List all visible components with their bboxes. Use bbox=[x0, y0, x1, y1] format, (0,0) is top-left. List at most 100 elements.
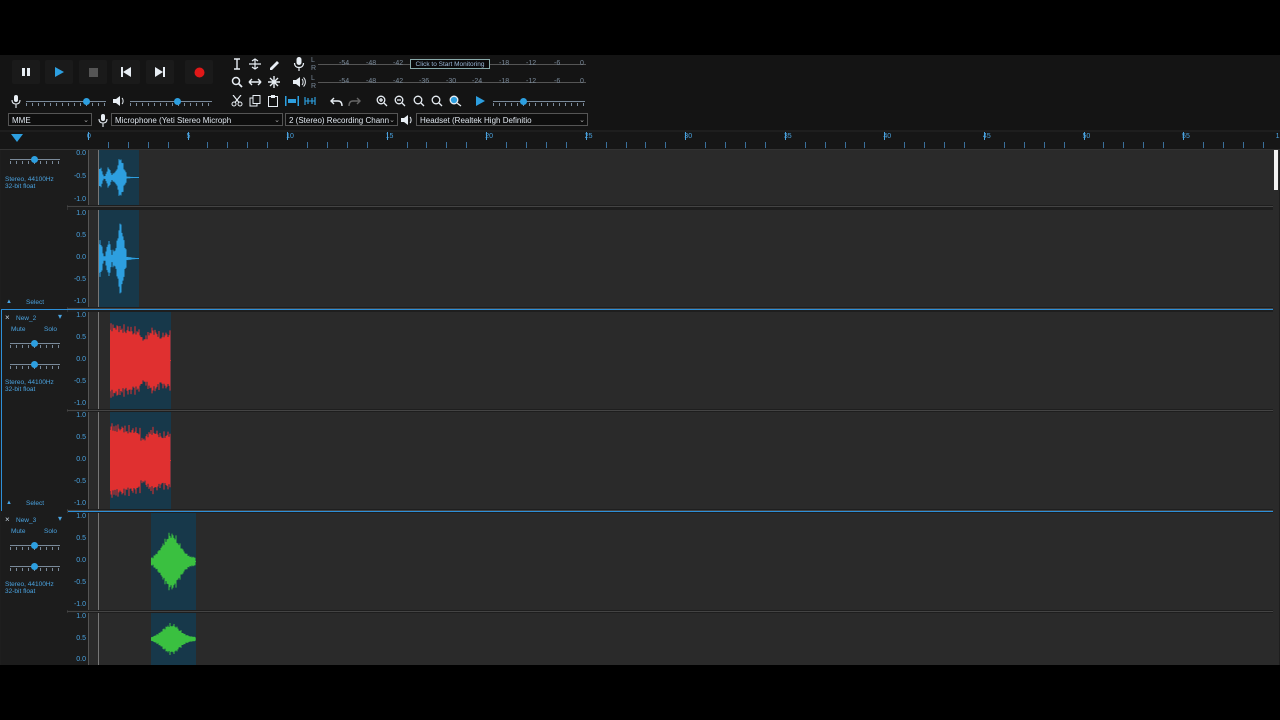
record-meter-label: -54 bbox=[339, 60, 350, 67]
start-monitoring-button[interactable]: Click to Start Monitoring bbox=[410, 59, 490, 69]
audio-clip[interactable] bbox=[98, 210, 139, 307]
track-slider[interactable] bbox=[10, 541, 60, 551]
amplitude-label: -0.5 bbox=[73, 579, 86, 586]
ruler-minor-tick bbox=[745, 142, 747, 148]
magnifier-icon bbox=[231, 76, 243, 88]
ruler-tick-label: 55 bbox=[1182, 133, 1190, 140]
amplitude-label: -0.5 bbox=[73, 276, 86, 283]
audio-clip[interactable] bbox=[98, 150, 139, 205]
scrollbar-thumb[interactable] bbox=[1274, 150, 1278, 190]
toolbar: L R -54 -48 -42 Click to Start Monitorin… bbox=[0, 55, 1280, 130]
fit-selection-button[interactable] bbox=[411, 93, 427, 109]
audio-clip[interactable] bbox=[151, 513, 196, 610]
fit-selection-icon bbox=[413, 95, 425, 107]
redo-icon bbox=[347, 97, 361, 106]
audio-host-select[interactable]: MME ⌄ bbox=[8, 113, 92, 126]
paste-button[interactable] bbox=[265, 93, 281, 109]
audio-channel-lane[interactable] bbox=[89, 513, 1273, 610]
vertical-scrollbar[interactable] bbox=[1273, 150, 1279, 665]
zoom-out-button[interactable] bbox=[392, 93, 408, 109]
track-info: Stereo, 44100Hz 32-bit float bbox=[5, 581, 54, 595]
stop-button[interactable] bbox=[79, 60, 107, 84]
ruler-minor-tick bbox=[227, 142, 229, 148]
collapse-icon[interactable]: ▲ bbox=[6, 299, 12, 306]
track-slider[interactable] bbox=[10, 562, 60, 572]
mute-button[interactable]: Mute bbox=[11, 528, 25, 535]
chevron-down-icon: ⌄ bbox=[83, 117, 89, 124]
play-meter-label: -18 bbox=[499, 78, 510, 85]
audio-clip[interactable] bbox=[151, 613, 196, 665]
record-meter-button[interactable] bbox=[291, 56, 307, 72]
silence-audio-button[interactable] bbox=[302, 93, 318, 109]
play-button[interactable] bbox=[45, 60, 73, 84]
amplitude-label: 1.0 bbox=[76, 210, 86, 217]
zoom-out-icon bbox=[394, 95, 406, 107]
skip-to-start-button[interactable] bbox=[112, 60, 140, 84]
audio-channel-lane[interactable] bbox=[89, 150, 1273, 205]
skip-to-end-button[interactable] bbox=[146, 60, 174, 84]
ruler-tick-label: 30 bbox=[684, 133, 693, 140]
recording-channels-select[interactable]: 2 (Stereo) Recording Chann ⌄ bbox=[285, 113, 398, 126]
channel-separator bbox=[67, 206, 1273, 207]
audio-channel-lane[interactable] bbox=[89, 613, 1273, 665]
play-meter-label: 0 bbox=[580, 78, 584, 85]
ruler-minor-tick bbox=[1242, 142, 1244, 148]
timeline-options-icon[interactable] bbox=[11, 134, 23, 143]
zoom-in-button[interactable] bbox=[374, 93, 390, 109]
ruler-minor-tick bbox=[267, 142, 269, 148]
track-header: × New_3 ▾ bbox=[4, 515, 66, 525]
ruler-minor-tick bbox=[625, 142, 627, 148]
chevron-down-icon[interactable]: ▾ bbox=[58, 515, 62, 523]
multi-tool[interactable] bbox=[266, 74, 282, 90]
time-shift-tool[interactable] bbox=[247, 74, 263, 90]
ruler-minor-tick bbox=[147, 142, 149, 148]
copy-button[interactable] bbox=[247, 93, 263, 109]
recording-volume-slider[interactable] bbox=[26, 97, 106, 107]
playback-device-select[interactable]: Headset (Realtek High Definitio ⌄ bbox=[416, 113, 588, 126]
zoom-toggle-icon bbox=[449, 95, 461, 107]
selection-tool[interactable] bbox=[229, 56, 245, 72]
fit-project-button[interactable] bbox=[429, 93, 445, 109]
timeline-ruler[interactable]: 0 5 10 15 20 25 30 35 40 45 50 55 1:00 bbox=[0, 132, 1280, 150]
ruler-minor-tick bbox=[844, 142, 846, 148]
zoom-in-icon bbox=[376, 95, 388, 107]
solo-button[interactable]: Solo bbox=[44, 528, 57, 535]
ruler-minor-tick bbox=[426, 142, 428, 148]
playback-speed-slider[interactable] bbox=[493, 97, 585, 107]
ruler-minor-tick bbox=[307, 142, 308, 148]
trim-audio-button[interactable] bbox=[284, 93, 300, 109]
undo-button[interactable] bbox=[328, 93, 344, 109]
record-button[interactable] bbox=[185, 60, 213, 84]
waveform bbox=[151, 622, 196, 656]
play-cursor bbox=[98, 513, 99, 610]
zoom-toggle-button[interactable] bbox=[447, 93, 463, 109]
track-control-panel bbox=[1, 150, 68, 309]
audio-host-value: MME bbox=[12, 116, 31, 125]
skip-start-icon bbox=[121, 67, 131, 77]
close-track-icon[interactable]: × bbox=[5, 516, 10, 524]
play-meter-button[interactable] bbox=[291, 74, 307, 90]
ruler-minor-tick bbox=[446, 142, 448, 148]
ruler-minor-tick bbox=[1163, 142, 1165, 148]
amplitude-label: 1.0 bbox=[76, 613, 86, 620]
waveform bbox=[151, 532, 196, 591]
zoom-tool[interactable] bbox=[229, 74, 245, 90]
playback-volume-slider[interactable] bbox=[130, 97, 212, 107]
copy-icon bbox=[249, 95, 261, 107]
playback-volume-icon-wrap bbox=[111, 93, 127, 109]
audio-channel-lane[interactable] bbox=[89, 210, 1273, 307]
ruler-minor-tick bbox=[1063, 142, 1065, 148]
cut-button[interactable] bbox=[229, 93, 245, 109]
play-meter-label: -12 bbox=[526, 78, 537, 85]
track-name[interactable]: New_3 bbox=[16, 517, 36, 524]
track-slider[interactable] bbox=[10, 155, 60, 165]
pause-button[interactable] bbox=[12, 60, 40, 84]
play-at-speed-button[interactable] bbox=[472, 93, 488, 109]
draw-tool[interactable] bbox=[266, 56, 282, 72]
select-track-button[interactable]: Select bbox=[26, 299, 44, 306]
recording-device-select[interactable]: Microphone (Yeti Stereo Microph ⌄ bbox=[111, 113, 283, 126]
ruler-tick-label: 20 bbox=[485, 133, 493, 140]
envelope-tool[interactable] bbox=[247, 56, 263, 72]
ruler-tick-label: 5 bbox=[186, 133, 191, 140]
redo-button[interactable] bbox=[346, 93, 362, 109]
